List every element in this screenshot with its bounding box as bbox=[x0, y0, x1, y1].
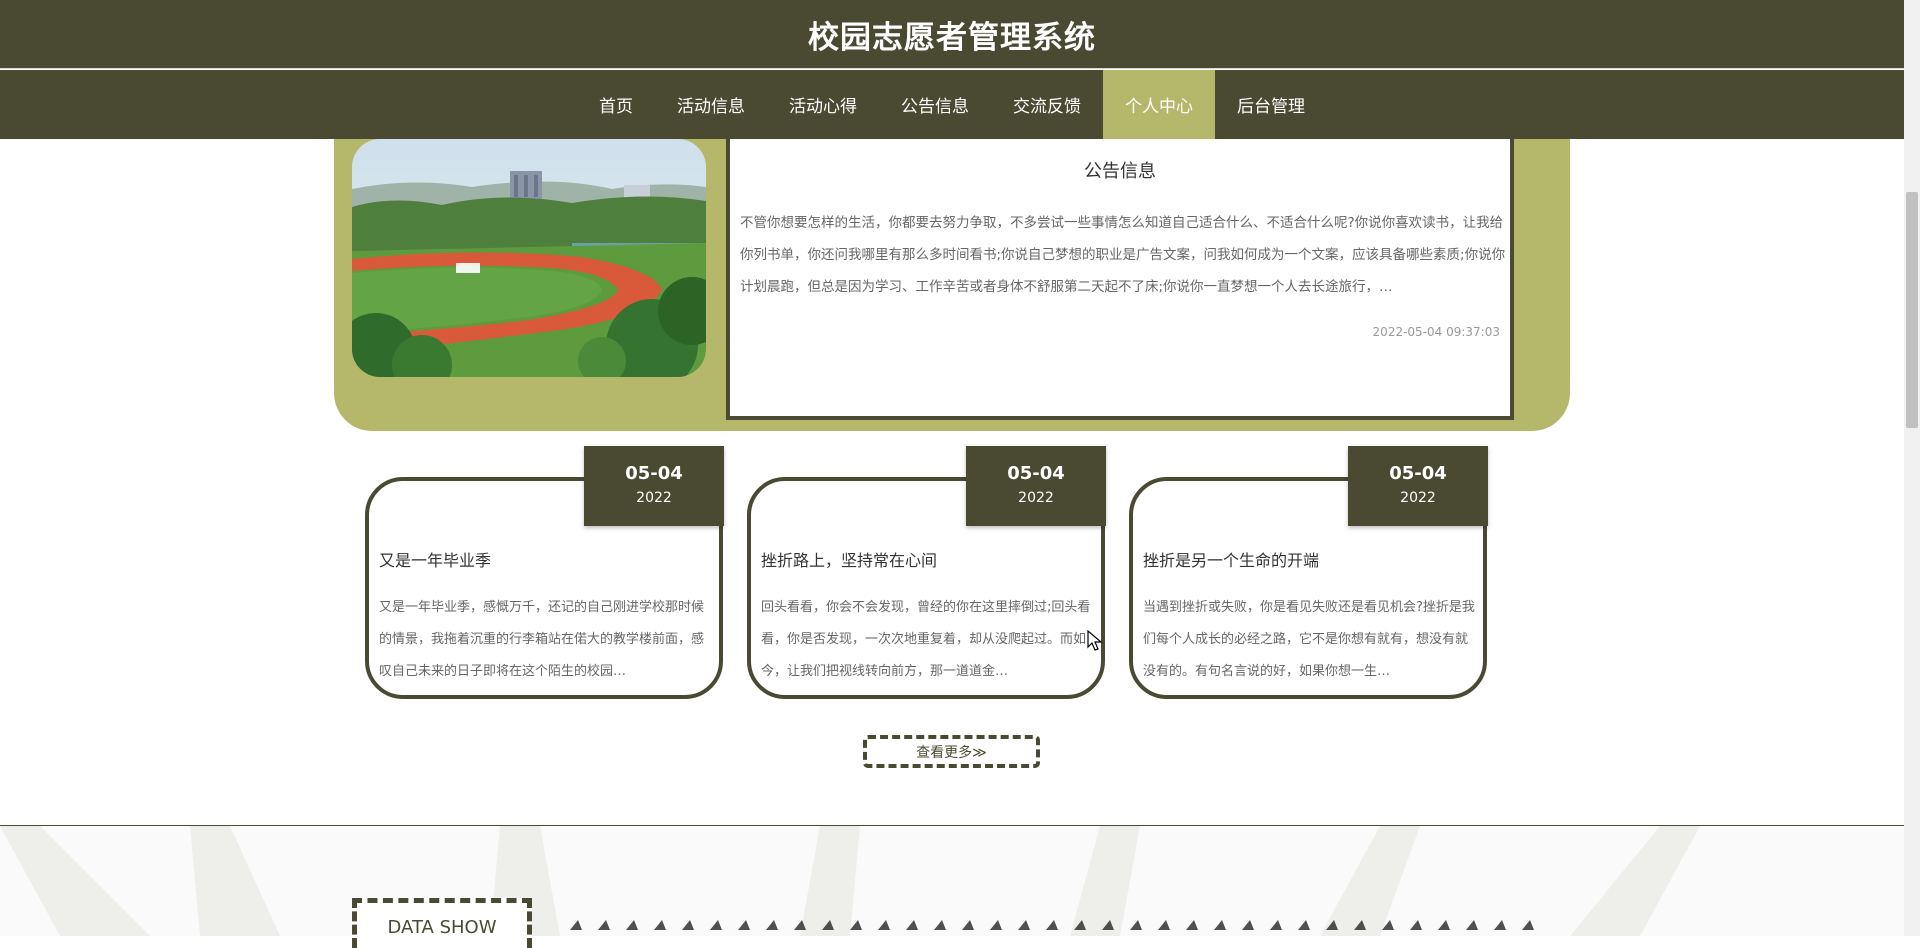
article-date: 05-04 bbox=[1007, 463, 1065, 484]
article-date-badge: 05-04 2022 bbox=[966, 446, 1106, 526]
nav-item-activities[interactable]: 活动信息 bbox=[655, 70, 767, 139]
article-year: 2022 bbox=[1400, 490, 1436, 506]
data-show-title: DATA SHOW bbox=[352, 898, 532, 948]
data-show-background bbox=[0, 826, 1904, 936]
notice-card[interactable]: 公告信息 不管你想要怎样的生活，你都要去努力争取，不多尝试一些事情怎么知道自己适… bbox=[726, 139, 1514, 420]
notice-date: 2022-05-04 09:37:03 bbox=[1372, 325, 1500, 339]
notice-section: 公告信息 不管你想要怎样的生活，你都要去努力争取，不多尝试一些事情怎么知道自己适… bbox=[334, 139, 1570, 431]
scrollbar-thumb[interactable] bbox=[1906, 192, 1918, 428]
notice-body: 不管你想要怎样的生活，你都要去努力争取，不多尝试一些事情怎么知道自己适合什么、不… bbox=[740, 215, 1506, 295]
data-show-label: DATA SHOW bbox=[387, 917, 497, 938]
main-nav: 首页 活动信息 活动心得 公告信息 交流反馈 个人中心 后台管理 bbox=[0, 70, 1904, 139]
notice-title: 公告信息 bbox=[1084, 161, 1156, 182]
page-scrollbar[interactable] bbox=[1904, 0, 1920, 936]
article-title: 挫折路上，坚持常在心间 bbox=[761, 551, 938, 570]
nav-item-experiences[interactable]: 活动心得 bbox=[767, 70, 879, 139]
nav-item-feedback[interactable]: 交流反馈 bbox=[991, 70, 1103, 139]
mouse-cursor-icon bbox=[1087, 630, 1103, 651]
article-year: 2022 bbox=[636, 490, 672, 506]
nav-item-personal-center[interactable]: 个人中心 bbox=[1103, 70, 1215, 139]
article-date-badge: 05-04 2022 bbox=[1348, 446, 1488, 526]
site-header: 校园志愿者管理系统 bbox=[0, 0, 1904, 69]
article-date: 05-04 bbox=[625, 463, 683, 484]
article-excerpt: 当遇到挫折或失败，你是看见失败还是看见机会?挫折是我们每个人成长的必经之路，它不… bbox=[1143, 600, 1475, 679]
article-date: 05-04 bbox=[1389, 463, 1447, 484]
article-title: 挫折是另一个生命的开端 bbox=[1143, 551, 1320, 570]
article-title: 又是一年毕业季 bbox=[379, 551, 492, 570]
article-excerpt: 又是一年毕业季，感慨万千，还记的自己刚进学校那时候的情景，我拖着沉重的行李箱站在… bbox=[379, 600, 705, 679]
nav-item-home[interactable]: 首页 bbox=[577, 70, 655, 139]
site-title: 校园志愿者管理系统 bbox=[808, 19, 1096, 56]
nav-item-admin[interactable]: 后台管理 bbox=[1215, 70, 1327, 139]
campus-photo[interactable] bbox=[352, 139, 706, 377]
article-date-badge: 05-04 2022 bbox=[584, 446, 724, 526]
nav-item-notices[interactable]: 公告信息 bbox=[879, 70, 991, 139]
view-more-button[interactable]: 查看更多≫ bbox=[863, 735, 1040, 768]
article-excerpt: 回头看看，你会不会发现，曾经的你在这里摔倒过;回头看看，你是否发现，一次次地重复… bbox=[761, 600, 1091, 679]
article-year: 2022 bbox=[1018, 490, 1054, 506]
